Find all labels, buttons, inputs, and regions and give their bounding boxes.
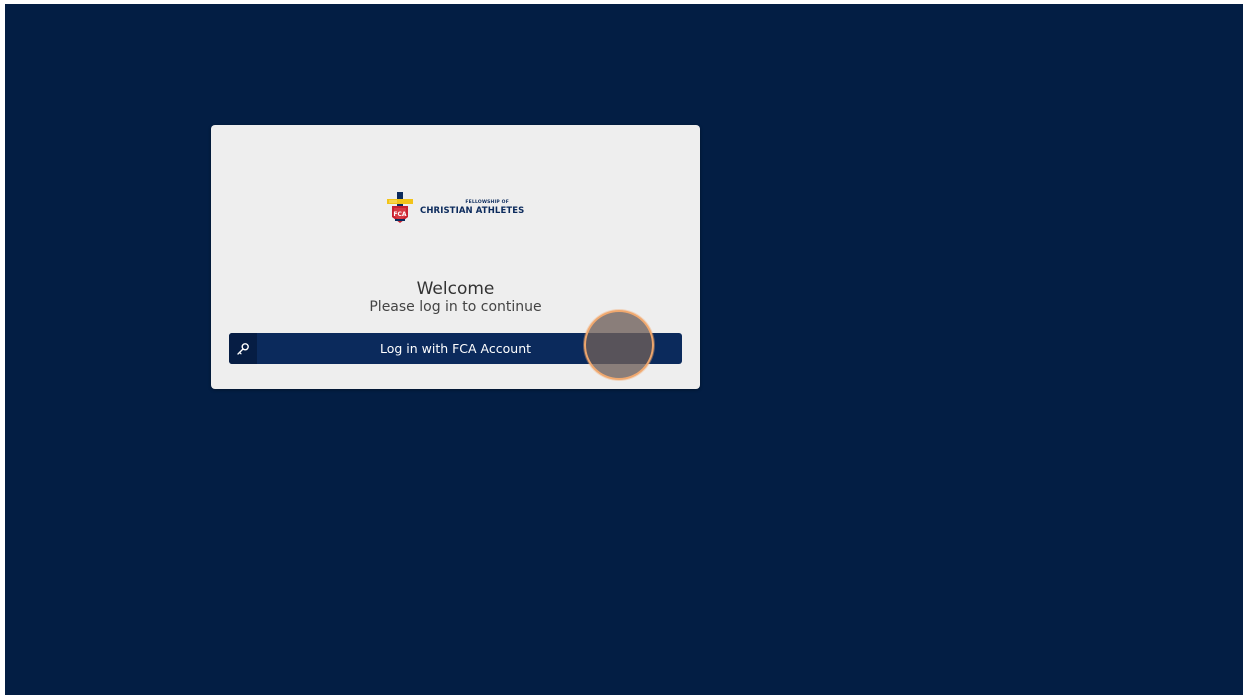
click-indicator-icon bbox=[584, 310, 654, 380]
logo-line-2: CHRISTIAN ATHLETES bbox=[420, 205, 525, 216]
fca-logo: FCA FELLOWSHIP OF CHRISTIAN ATHLETES bbox=[386, 191, 526, 225]
logo-wordmark: FELLOWSHIP OF CHRISTIAN ATHLETES bbox=[420, 200, 525, 216]
logo-line-1: FELLOWSHIP OF bbox=[465, 200, 509, 205]
welcome-heading: Welcome bbox=[416, 279, 495, 299]
fca-cross-logo-icon: FCA bbox=[387, 192, 413, 223]
fca-badge-text: FCA bbox=[393, 211, 407, 218]
